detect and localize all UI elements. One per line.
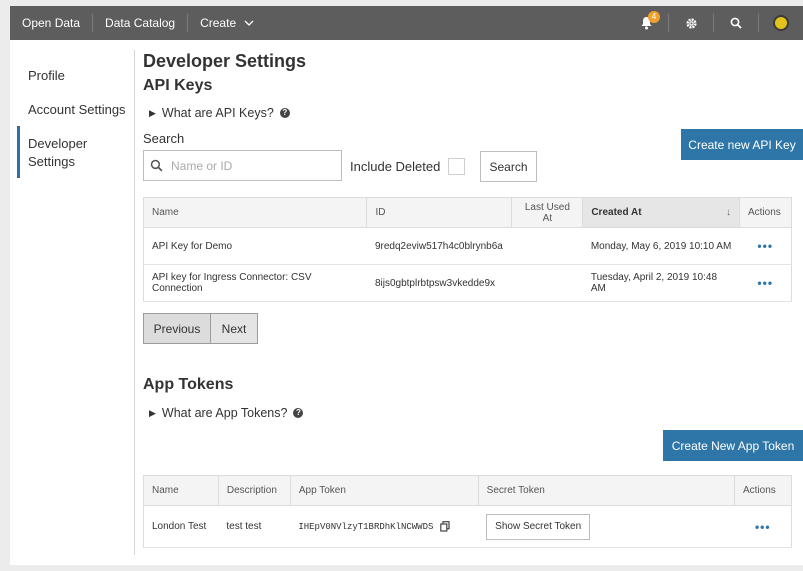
column-header-actions: Actions bbox=[738, 197, 793, 228]
api-keys-table: Name ID Last Used At Created At ↓ Action… bbox=[142, 197, 793, 302]
search-icon bbox=[730, 17, 742, 29]
api-keys-info-label: What are API Keys? bbox=[161, 106, 274, 120]
cell-name: API Key for Demo bbox=[142, 227, 367, 265]
cell-secret-token: Show Secret Token bbox=[478, 505, 735, 548]
column-header-actions: Actions bbox=[734, 475, 792, 506]
app-token-value: IHEpV0NVlzyT1BRDhKlNCWWDS bbox=[298, 522, 434, 533]
table-row: London Test test test IHEpV0NVlzyT1BRDhK… bbox=[143, 505, 792, 548]
cell-id: 8ijs0gbtplrbtpsw3vkedde9x bbox=[366, 264, 512, 302]
notifications-button[interactable]: 4 bbox=[624, 6, 668, 40]
search-label: Search bbox=[143, 131, 185, 146]
column-header-secret-token: Secret Token bbox=[477, 475, 736, 506]
cell-last-used bbox=[511, 264, 583, 302]
search-input[interactable] bbox=[171, 158, 331, 173]
cell-id: 9redq2eviw517h4c0blrynb6a bbox=[366, 227, 512, 265]
cell-last-used bbox=[511, 227, 583, 265]
table-header-row: Name ID Last Used At Created At ↓ Action… bbox=[142, 197, 793, 228]
sort-arrow-down-icon: ↓ bbox=[725, 207, 731, 218]
column-header-description: Description bbox=[217, 475, 291, 506]
table-header-row: Name Description App Token Secret Token … bbox=[143, 475, 792, 506]
notification-count-badge: 4 bbox=[648, 11, 660, 23]
help-icon: ? bbox=[279, 108, 290, 118]
app-tokens-table: Name Description App Token Secret Token … bbox=[143, 475, 792, 548]
table-row: API key for Ingress Connector: CSV Conne… bbox=[142, 264, 793, 302]
create-app-token-button[interactable]: Create New App Token bbox=[663, 430, 803, 461]
cell-app-token: IHEpV0NVlzyT1BRDhKlNCWWDS bbox=[290, 505, 479, 548]
expand-triangle-icon: ▶ bbox=[149, 407, 156, 418]
row-actions-cell: ••• bbox=[739, 264, 793, 302]
content-area: Developer Settings API Keys ▶ What are A… bbox=[142, 40, 803, 565]
table-row: API Key for Demo 9redq2eviw517h4c0blrynb… bbox=[142, 227, 793, 265]
user-menu-button[interactable] bbox=[759, 6, 803, 40]
settings-sidebar: Profile Account Settings Developer Setti… bbox=[10, 50, 135, 555]
create-api-key-button[interactable]: Create new API Key bbox=[681, 129, 803, 160]
include-deleted-group: Include Deleted bbox=[350, 158, 466, 175]
column-header-last-used[interactable]: Last Used At bbox=[511, 197, 584, 228]
pagination: Previous Next bbox=[143, 313, 258, 344]
expand-triangle-icon: ▶ bbox=[149, 107, 156, 118]
column-header-name: Name bbox=[143, 475, 219, 506]
cell-name: API key for Ingress Connector: CSV Conne… bbox=[142, 264, 367, 302]
app-tokens-info-label: What are App Tokens? bbox=[161, 406, 288, 420]
nav-create-menu[interactable]: Create bbox=[188, 6, 266, 40]
copy-icon[interactable] bbox=[440, 521, 450, 532]
column-header-created-at[interactable]: Created At ↓ bbox=[582, 197, 740, 228]
cell-created: Tuesday, April 2, 2019 10:48 AM bbox=[582, 264, 740, 302]
column-header-name[interactable]: Name bbox=[142, 197, 368, 228]
app-tokens-info-toggle[interactable]: ▶ What are App Tokens? ? bbox=[149, 406, 304, 420]
sidebar-item-label: Developer Settings bbox=[28, 136, 88, 169]
more-actions-icon[interactable]: ••• bbox=[757, 276, 773, 290]
api-keys-info-toggle[interactable]: ▶ What are API Keys? ? bbox=[149, 106, 290, 120]
gear-icon bbox=[685, 17, 697, 29]
settings-button[interactable] bbox=[669, 6, 713, 40]
more-actions-icon[interactable]: ••• bbox=[755, 520, 771, 534]
search-icon bbox=[150, 159, 163, 172]
include-deleted-label: Include Deleted bbox=[350, 159, 441, 174]
search-button[interactable]: Search bbox=[480, 151, 537, 182]
row-actions-cell: ••• bbox=[739, 227, 793, 265]
nav-open-data[interactable]: Open Data bbox=[10, 6, 92, 40]
previous-page-button[interactable]: Previous bbox=[143, 313, 211, 344]
cell-description: test test bbox=[218, 505, 291, 548]
chevron-down-icon bbox=[244, 20, 254, 26]
top-nav-bar: Open Data Data Catalog Create 4 bbox=[10, 6, 803, 40]
include-deleted-checkbox[interactable] bbox=[448, 158, 466, 175]
app-tokens-heading: App Tokens bbox=[143, 376, 234, 393]
help-icon: ? bbox=[293, 408, 304, 418]
api-keys-heading: API Keys bbox=[143, 77, 213, 94]
search-button-top[interactable] bbox=[714, 6, 758, 40]
sidebar-item-profile[interactable]: Profile bbox=[10, 67, 65, 85]
column-header-label: Created At bbox=[591, 207, 642, 218]
avatar bbox=[773, 15, 789, 31]
more-actions-icon[interactable]: ••• bbox=[757, 239, 773, 253]
cell-name: London Test bbox=[143, 505, 219, 548]
show-secret-token-button[interactable]: Show Secret Token bbox=[486, 513, 591, 540]
column-header-app-token: App Token bbox=[289, 475, 479, 506]
nav-data-catalog[interactable]: Data Catalog bbox=[93, 6, 187, 40]
sidebar-item-developer-settings[interactable]: Developer Settings bbox=[17, 126, 98, 178]
api-key-search-field bbox=[143, 150, 342, 181]
cell-created: Monday, May 6, 2019 10:10 AM bbox=[582, 227, 740, 265]
row-actions-cell: ••• bbox=[734, 505, 792, 548]
page-title: Developer Settings bbox=[143, 51, 307, 71]
column-header-id[interactable]: ID bbox=[366, 197, 513, 228]
main-card: Profile Account Settings Developer Setti… bbox=[10, 40, 803, 565]
next-page-button[interactable]: Next bbox=[211, 313, 258, 344]
sidebar-item-account-settings[interactable]: Account Settings bbox=[10, 101, 126, 119]
nav-create-label: Create bbox=[200, 16, 237, 30]
